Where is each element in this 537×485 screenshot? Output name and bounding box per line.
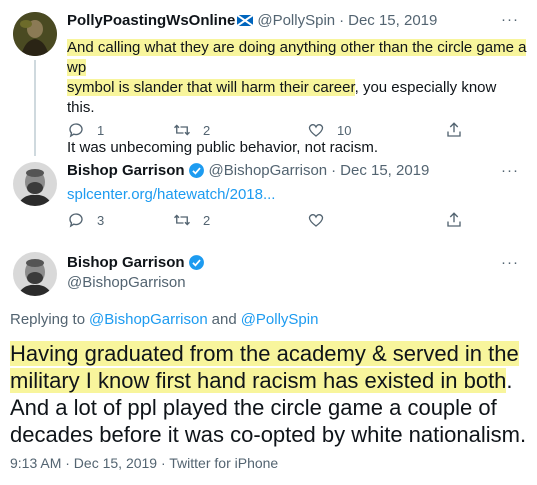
reply-count: 3 bbox=[97, 212, 105, 228]
text-line: decades before it was co-opted by white … bbox=[10, 422, 527, 447]
tweet-date[interactable]: Dec 15, 2019 bbox=[340, 162, 429, 179]
mention-link[interactable]: @BishopGarrison bbox=[89, 311, 208, 328]
reply-button[interactable]: 3 bbox=[67, 211, 173, 229]
tweet-polly[interactable]: PollyPoastingWsOnline @PollySpin · Dec 1… bbox=[0, 0, 537, 156]
tweet-text: splcenter.org/hatewatch/2018... bbox=[67, 185, 275, 205]
avatar-bishop[interactable] bbox=[13, 162, 57, 206]
text-line: And a lot of ppl played the circle game … bbox=[10, 395, 497, 420]
more-icon[interactable]: ··· bbox=[501, 162, 519, 179]
display-name[interactable]: PollyPoastingWsOnline bbox=[67, 12, 235, 29]
article-link[interactable]: splcenter.org/hatewatch/2018... bbox=[67, 186, 275, 203]
highlighted-text: Having graduated from the academy & serv… bbox=[10, 341, 519, 366]
retweet-button[interactable]: 2 bbox=[173, 211, 277, 229]
more-icon[interactable]: ··· bbox=[501, 254, 519, 271]
like-count: 10 bbox=[337, 122, 352, 138]
share-icon bbox=[447, 212, 461, 227]
separator: · bbox=[331, 162, 337, 179]
like-button[interactable]: 10 bbox=[307, 121, 407, 139]
handle[interactable]: @BishopGarrison bbox=[209, 162, 328, 179]
share-button[interactable] bbox=[445, 211, 463, 229]
retweet-button[interactable]: 2 bbox=[173, 121, 277, 139]
highlighted-text: symbol is slander that will harm their c… bbox=[67, 79, 355, 96]
highlighted-text: military I know first hand racism has ex… bbox=[10, 368, 507, 393]
more-icon[interactable]: ··· bbox=[501, 11, 519, 28]
display-name[interactable]: Bishop Garrison bbox=[67, 254, 185, 271]
retweet-count: 2 bbox=[203, 212, 211, 228]
highlighted-text: And calling what they are doing anything… bbox=[67, 39, 527, 76]
separator: · bbox=[339, 12, 345, 29]
handle[interactable]: @BishopGarrison bbox=[67, 274, 186, 291]
like-icon bbox=[308, 123, 324, 137]
share-icon bbox=[447, 122, 461, 137]
avatar-polly[interactable] bbox=[13, 12, 57, 56]
replying-to: Replying to @BishopGarrison and @PollySp… bbox=[10, 311, 318, 328]
like-button[interactable] bbox=[307, 211, 407, 229]
handle[interactable]: @PollySpin bbox=[257, 12, 335, 29]
thread-connector bbox=[34, 60, 36, 156]
tweet-date[interactable]: Dec 15, 2019 bbox=[348, 12, 437, 29]
display-name[interactable]: Bishop Garrison bbox=[67, 162, 185, 179]
main-tweet-text: Having graduated from the academy & serv… bbox=[10, 340, 530, 448]
retweet-icon bbox=[174, 214, 190, 226]
scotland-flag-icon bbox=[237, 15, 254, 26]
tweet-header: Bishop Garrison @BishopGarrison · Dec 15… bbox=[67, 162, 429, 179]
verified-badge-icon bbox=[185, 162, 209, 179]
verified-badge-icon bbox=[185, 254, 209, 271]
tweet-bishop-link[interactable]: Bishop Garrison @BishopGarrison · Dec 15… bbox=[0, 152, 537, 244]
retweet-icon bbox=[174, 124, 190, 136]
mention-link[interactable]: @PollySpin bbox=[241, 311, 319, 328]
retweet-count: 2 bbox=[203, 122, 211, 138]
reply-icon bbox=[69, 123, 83, 138]
avatar-bishop[interactable] bbox=[13, 252, 57, 296]
text-segment: . bbox=[506, 368, 513, 393]
replying-label: Replying to bbox=[10, 311, 86, 328]
tweet-header: PollyPoastingWsOnline @PollySpin · Dec 1… bbox=[67, 12, 437, 29]
action-bar: 3 2 bbox=[67, 211, 463, 229]
share-button[interactable] bbox=[445, 121, 463, 139]
like-icon bbox=[308, 213, 324, 227]
tweet-timestamp[interactable]: 9:13 AM · Dec 15, 2019 · Twitter for iPh… bbox=[10, 455, 278, 471]
reply-count: 1 bbox=[97, 122, 105, 138]
action-bar: 1 2 10 bbox=[67, 121, 463, 139]
author-name-row: Bishop Garrison bbox=[67, 254, 209, 271]
replying-and: and bbox=[211, 311, 237, 328]
reply-button[interactable]: 1 bbox=[67, 121, 173, 139]
tweet-text: And calling what they are doing anything… bbox=[67, 38, 527, 158]
reply-icon bbox=[69, 213, 83, 228]
